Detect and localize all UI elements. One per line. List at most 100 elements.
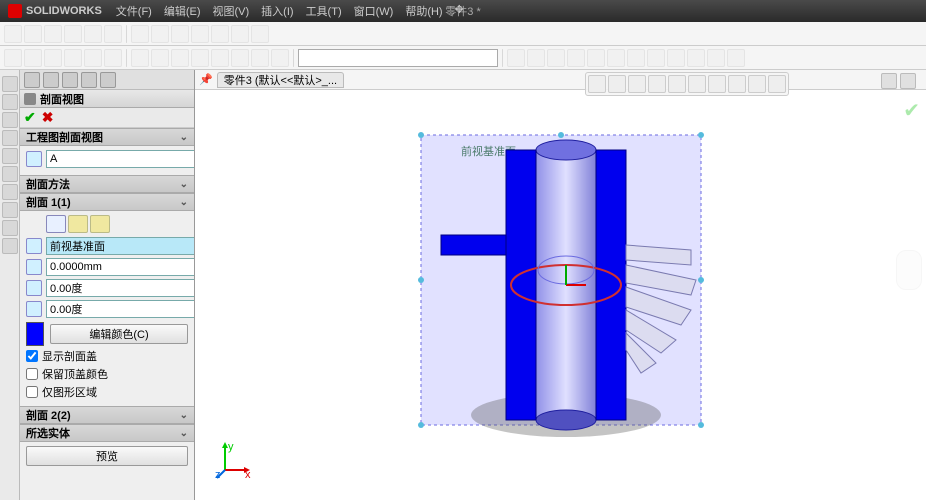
menu-file[interactable]: 文件(F): [110, 3, 158, 19]
document-tab[interactable]: 零件3 (默认<<默认>_...: [217, 72, 344, 88]
feat-icon[interactable]: [667, 49, 685, 67]
new-icon[interactable]: [4, 25, 22, 43]
orientation-triad[interactable]: y x z: [215, 440, 255, 480]
feat-icon[interactable]: [44, 49, 62, 67]
strip-icon[interactable]: [2, 202, 18, 218]
angle-x-input[interactable]: [46, 279, 195, 297]
feat-icon[interactable]: [104, 49, 122, 67]
graphics-viewport[interactable]: 📌 零件3 (默认<<默认>_... ✔: [195, 70, 926, 500]
feat-icon[interactable]: [151, 49, 169, 67]
strip-icon[interactable]: [2, 148, 18, 164]
strip-icon[interactable]: [2, 184, 18, 200]
save-icon[interactable]: [44, 25, 62, 43]
tb-icon-1[interactable]: [191, 25, 209, 43]
rebuild-icon[interactable]: [131, 25, 149, 43]
tab-more[interactable]: [100, 72, 116, 88]
feat-icon[interactable]: [547, 49, 565, 67]
plane-input[interactable]: [46, 237, 195, 255]
feat-icon[interactable]: [251, 49, 269, 67]
feat-icon[interactable]: [171, 49, 189, 67]
strip-icon[interactable]: [2, 76, 18, 92]
feat-icon[interactable]: [687, 49, 705, 67]
zoom-area-icon[interactable]: [608, 75, 626, 93]
select-icon[interactable]: [171, 25, 189, 43]
strip-icon[interactable]: [2, 238, 18, 254]
feat-icon[interactable]: [84, 49, 102, 67]
menu-tools[interactable]: 工具(T): [300, 3, 348, 19]
feat-icon[interactable]: [271, 49, 289, 67]
section-method-header[interactable]: 剖面方法 ⌄: [20, 175, 194, 193]
strip-icon[interactable]: [2, 166, 18, 182]
prev-view-icon[interactable]: [628, 75, 646, 93]
view-orient-icon[interactable]: [668, 75, 686, 93]
menu-view[interactable]: 视图(V): [207, 3, 256, 19]
menu-edit[interactable]: 编辑(E): [158, 3, 207, 19]
display-style-icon[interactable]: [688, 75, 706, 93]
graphics-only-checkbox[interactable]: [26, 386, 38, 398]
tb-icon-4[interactable]: [251, 25, 269, 43]
feat-icon[interactable]: [727, 49, 745, 67]
section-selected-header[interactable]: 所选实体 ⌄: [20, 424, 194, 442]
strip-icon[interactable]: [2, 112, 18, 128]
section-2-header[interactable]: 剖面 2(2) ⌄: [20, 406, 194, 424]
cancel-button[interactable]: ✖: [42, 109, 54, 126]
section-view-icon[interactable]: [648, 75, 666, 93]
open-icon[interactable]: [24, 25, 42, 43]
zoom-fit-icon[interactable]: [588, 75, 606, 93]
print-icon[interactable]: [64, 25, 82, 43]
plane-right-button[interactable]: [90, 215, 110, 233]
feat-icon[interactable]: [587, 49, 605, 67]
tab-config[interactable]: [62, 72, 78, 88]
strip-icon[interactable]: [2, 220, 18, 236]
section-drawing-header[interactable]: 工程图剖面视图 ⌄: [20, 128, 194, 146]
restore-icon[interactable]: [881, 73, 897, 89]
tab-feature-tree[interactable]: [24, 72, 40, 88]
section-1-header[interactable]: 剖面 1(1) ⌄: [20, 193, 194, 211]
menu-help[interactable]: 帮助(H): [399, 3, 448, 19]
feat-icon[interactable]: [231, 49, 249, 67]
keep-cap-color-checkbox[interactable]: [26, 368, 38, 380]
tab-display[interactable]: [81, 72, 97, 88]
view-settings-icon[interactable]: [768, 75, 786, 93]
preview-button[interactable]: 预览: [26, 446, 188, 466]
hide-show-icon[interactable]: [708, 75, 726, 93]
feat-icon[interactable]: [211, 49, 229, 67]
apply-scene-icon[interactable]: [748, 75, 766, 93]
filter-dropdown[interactable]: [298, 49, 498, 67]
feat-icon[interactable]: [647, 49, 665, 67]
options-icon[interactable]: [151, 25, 169, 43]
angle-y-input[interactable]: [46, 300, 195, 318]
feat-icon[interactable]: [191, 49, 209, 67]
show-cap-checkbox[interactable]: [26, 350, 38, 362]
section-color-swatch[interactable]: [26, 322, 44, 346]
feat-icon[interactable]: [627, 49, 645, 67]
ok-button[interactable]: ✔: [24, 109, 36, 126]
redo-icon[interactable]: [104, 25, 122, 43]
menu-insert[interactable]: 插入(I): [255, 3, 299, 19]
feat-icon[interactable]: [707, 49, 725, 67]
tb-icon-2[interactable]: [211, 25, 229, 43]
edit-color-button[interactable]: 编辑颜色(C): [50, 324, 188, 344]
feat-icon[interactable]: [131, 49, 149, 67]
tab-property[interactable]: [43, 72, 59, 88]
strip-icon[interactable]: [2, 94, 18, 110]
feat-icon[interactable]: [64, 49, 82, 67]
offset-input[interactable]: [46, 258, 195, 276]
undo-icon[interactable]: [84, 25, 102, 43]
pin-icon[interactable]: 📌: [199, 73, 213, 86]
feat-icon[interactable]: [527, 49, 545, 67]
section-label-input[interactable]: [46, 150, 195, 168]
strip-icon[interactable]: [2, 130, 18, 146]
feat-icon[interactable]: [567, 49, 585, 67]
tb-icon-3[interactable]: [231, 25, 249, 43]
maximize-icon[interactable]: [900, 73, 916, 89]
graphics-only-label: 仅图形区域: [42, 384, 97, 400]
feat-icon[interactable]: [607, 49, 625, 67]
plane-front-button[interactable]: [46, 215, 66, 233]
menu-window[interactable]: 窗口(W): [348, 3, 400, 19]
plane-top-button[interactable]: [68, 215, 88, 233]
feat-icon[interactable]: [507, 49, 525, 67]
edit-appearance-icon[interactable]: [728, 75, 746, 93]
feat-icon[interactable]: [24, 49, 42, 67]
feat-icon[interactable]: [4, 49, 22, 67]
